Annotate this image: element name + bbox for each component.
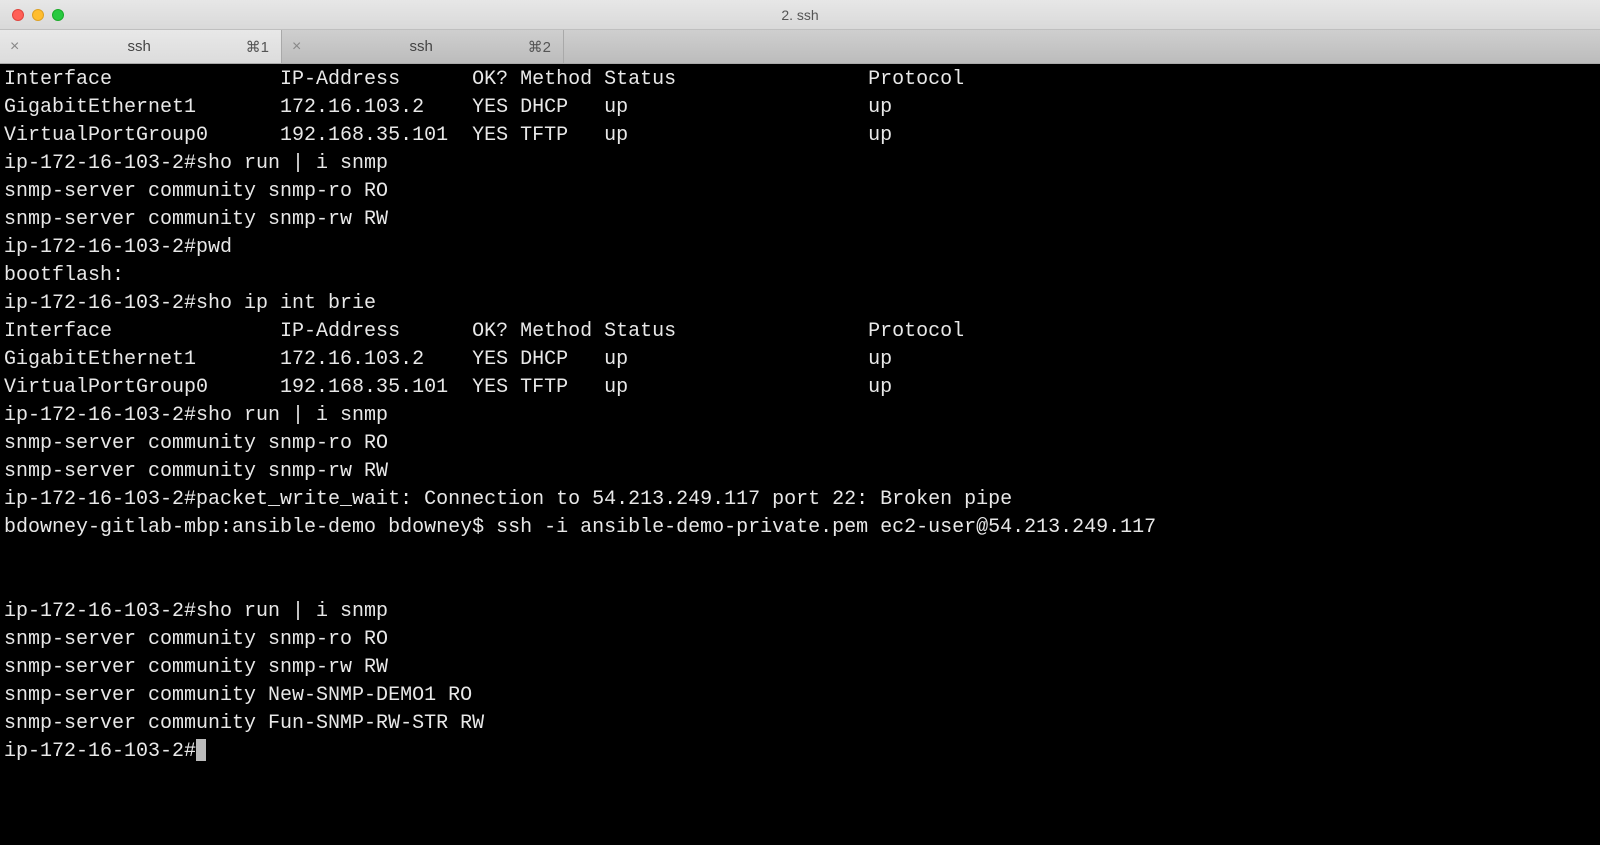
maximize-window-button[interactable] bbox=[52, 9, 64, 21]
terminal-line: ip-172-16-103-2#pwd bbox=[4, 236, 232, 259]
tab-shortcut: ⌘2 bbox=[528, 38, 551, 56]
terminal-line: bootflash: bbox=[4, 264, 124, 287]
terminal-line: VirtualPortGroup0 192.168.35.101 YES TFT… bbox=[4, 124, 892, 147]
cursor-icon bbox=[196, 739, 206, 761]
window-titlebar: 2. ssh bbox=[0, 0, 1600, 30]
window-title: 2. ssh bbox=[781, 7, 818, 23]
terminal-line: bdowney-gitlab-mbp:ansible-demo bdowney$… bbox=[4, 516, 1156, 539]
close-window-button[interactable] bbox=[12, 9, 24, 21]
terminal-line: ip-172-16-103-2#packet_write_wait: Conne… bbox=[4, 488, 1012, 511]
terminal-line: snmp-server community New-SNMP-DEMO1 RO bbox=[4, 684, 472, 707]
terminal-line: snmp-server community snmp-rw RW bbox=[4, 460, 388, 483]
window-controls bbox=[0, 9, 64, 21]
tab-label: ssh bbox=[309, 38, 563, 55]
tab-bar: × ssh ⌘1 × ssh ⌘2 bbox=[0, 30, 1600, 64]
tab-ssh-1[interactable]: × ssh ⌘1 bbox=[0, 30, 282, 63]
terminal-output[interactable]: Interface IP-Address OK? Method Status P… bbox=[0, 64, 1600, 845]
terminal-line: ip-172-16-103-2#sho run | i snmp bbox=[4, 152, 388, 175]
terminal-line: snmp-server community Fun-SNMP-RW-STR RW bbox=[4, 712, 484, 735]
terminal-line: ip-172-16-103-2#sho run | i snmp bbox=[4, 600, 388, 623]
terminal-line: snmp-server community snmp-ro RO bbox=[4, 180, 388, 203]
terminal-line: snmp-server community snmp-rw RW bbox=[4, 208, 388, 231]
close-tab-icon[interactable]: × bbox=[282, 38, 309, 56]
terminal-line: Interface IP-Address OK? Method Status P… bbox=[4, 68, 964, 91]
terminal-line: ip-172-16-103-2#sho ip int brie bbox=[4, 292, 376, 315]
tab-label: ssh bbox=[27, 38, 281, 55]
terminal-line: GigabitEthernet1 172.16.103.2 YES DHCP u… bbox=[4, 348, 892, 371]
terminal-line: snmp-server community snmp-ro RO bbox=[4, 628, 388, 651]
terminal-line: Interface IP-Address OK? Method Status P… bbox=[4, 320, 964, 343]
terminal-line: snmp-server community snmp-ro RO bbox=[4, 432, 388, 455]
tab-shortcut: ⌘1 bbox=[246, 38, 269, 56]
tab-ssh-2[interactable]: × ssh ⌘2 bbox=[282, 30, 564, 63]
terminal-line: ip-172-16-103-2#sho run | i snmp bbox=[4, 404, 388, 427]
terminal-line: snmp-server community snmp-rw RW bbox=[4, 656, 388, 679]
terminal-line: VirtualPortGroup0 192.168.35.101 YES TFT… bbox=[4, 376, 892, 399]
terminal-prompt: ip-172-16-103-2# bbox=[4, 740, 196, 763]
close-tab-icon[interactable]: × bbox=[0, 38, 27, 56]
minimize-window-button[interactable] bbox=[32, 9, 44, 21]
terminal-line: GigabitEthernet1 172.16.103.2 YES DHCP u… bbox=[4, 96, 892, 119]
